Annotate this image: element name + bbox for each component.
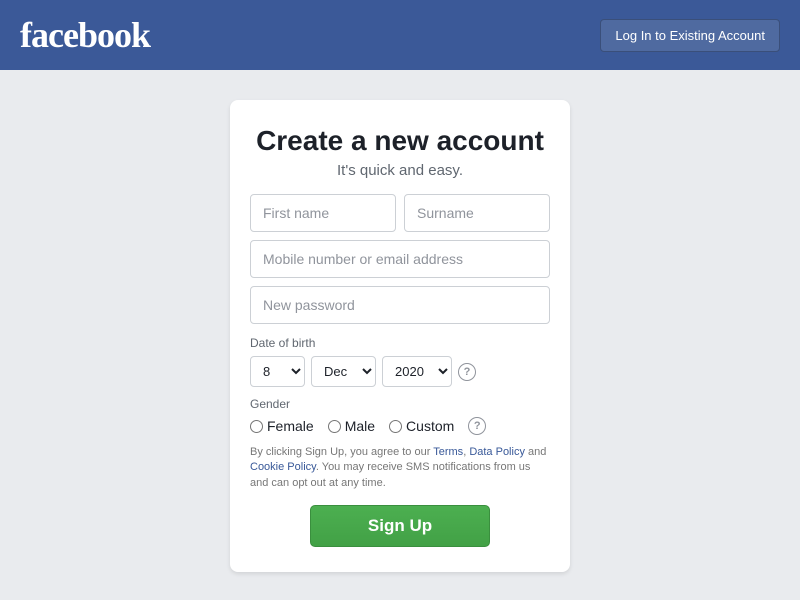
first-name-input[interactable]: [250, 194, 396, 232]
data-policy-link[interactable]: Data Policy: [469, 446, 525, 458]
dob-row: 8 12345 67910 1112131415 1617181920 2122…: [250, 356, 550, 387]
page-title: Create a new account: [250, 125, 550, 157]
password-input[interactable]: [250, 286, 550, 324]
dob-month-select[interactable]: Dec JanFebMarApr MayJunJulAug SepOctNov: [311, 356, 376, 387]
gender-male-radio[interactable]: [328, 420, 341, 433]
dob-year-select[interactable]: 2020 2019201820172016 2015201020052000 1…: [382, 356, 452, 387]
gender-female-radio[interactable]: [250, 420, 263, 433]
header: facebook Log In to Existing Account: [0, 0, 800, 70]
terms-link[interactable]: Terms: [433, 446, 463, 458]
page-subtitle: It's quick and easy.: [250, 162, 550, 179]
main-content: Create a new account It's quick and easy…: [0, 70, 800, 572]
gender-male-option[interactable]: Male: [328, 418, 375, 434]
surname-input[interactable]: [404, 194, 550, 232]
gender-female-option[interactable]: Female: [250, 418, 314, 434]
gender-row: Female Male Custom ?: [250, 417, 550, 435]
gender-custom-option[interactable]: Custom: [389, 418, 454, 434]
signup-form-container: Create a new account It's quick and easy…: [230, 100, 570, 572]
gender-custom-radio[interactable]: [389, 420, 402, 433]
dob-day-select[interactable]: 8 12345 67910 1112131415 1617181920 2122…: [250, 356, 305, 387]
gender-male-label: Male: [345, 418, 375, 434]
gender-help-icon[interactable]: ?: [468, 417, 486, 435]
gender-label: Gender: [250, 397, 550, 411]
dob-help-icon[interactable]: ?: [458, 363, 476, 381]
facebook-logo: facebook: [20, 14, 150, 56]
dob-label: Date of birth: [250, 336, 550, 350]
signup-button[interactable]: Sign Up: [310, 505, 490, 547]
cookie-policy-link[interactable]: Cookie Policy: [250, 461, 316, 473]
login-button[interactable]: Log In to Existing Account: [600, 19, 780, 52]
email-input[interactable]: [250, 240, 550, 278]
gender-custom-label: Custom: [406, 418, 454, 434]
name-row: [250, 194, 550, 232]
terms-text: By clicking Sign Up, you agree to our Te…: [250, 445, 550, 491]
gender-female-label: Female: [267, 418, 314, 434]
